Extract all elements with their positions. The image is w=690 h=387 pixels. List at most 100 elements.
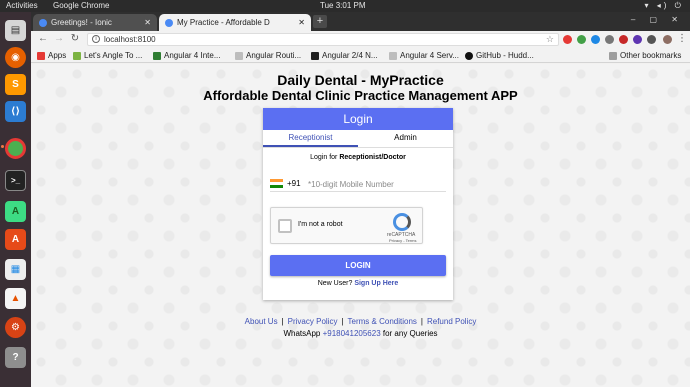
bookmark-item[interactable]: Angular Routi... — [235, 51, 301, 60]
sign-up-link[interactable]: Sign Up Here — [354, 280, 398, 287]
whatsapp-number-link[interactable]: +918041205623 — [323, 329, 381, 338]
india-flag-icon — [270, 179, 283, 188]
separator: | — [420, 317, 423, 326]
login-for-role: Receptionist/Doctor — [339, 154, 406, 161]
bookmark-label: Let's Angle To ... — [84, 51, 143, 60]
extension-icon[interactable] — [563, 35, 572, 44]
new-user-text: New User? Sign Up Here — [263, 280, 453, 287]
whatsapp-prefix: WhatsApp — [283, 329, 323, 338]
profile-avatar-icon[interactable] — [663, 35, 672, 44]
extension-icon[interactable] — [619, 35, 628, 44]
bookmark-item[interactable]: Angular 4 Serv... — [389, 51, 459, 60]
extension-icon[interactable] — [605, 35, 614, 44]
bookmark-label: Angular Routi... — [246, 51, 302, 60]
recaptcha-checkbox[interactable] — [278, 219, 292, 233]
window-controls[interactable]: – ▢ ✕ — [631, 15, 684, 24]
bookmark-item[interactable]: GitHub - Hudd... — [465, 51, 534, 60]
browser-toolbar: ← → ↻ i localhost:8100 ☆ ⋮ — [31, 31, 690, 48]
bookmark-label: Angular 4 Inte... — [164, 51, 221, 60]
page-subtitle: Affordable Dental Clinic Practice Manage… — [203, 88, 518, 103]
tab-strip: Greetings! - Ionic ✕ My Practice - Affor… — [31, 12, 690, 31]
bookmark-item[interactable]: Let's Angle To ... — [73, 51, 142, 60]
phone-field: +91 — [270, 175, 446, 192]
tab-title: My Practice - Affordable D — [177, 18, 270, 27]
tab-receptionist[interactable]: Receptionist — [263, 130, 358, 147]
refund-policy-link[interactable]: Refund Policy — [427, 317, 476, 326]
reload-icon[interactable]: ↻ — [69, 33, 81, 45]
activities-button[interactable]: Activities — [6, 1, 38, 10]
bookmark-item[interactable]: Angular 4 Inte... — [153, 51, 220, 60]
login-card-header: Login — [263, 108, 453, 130]
new-user-prefix: New User? — [317, 280, 355, 287]
vlc-icon[interactable]: ▲ — [5, 288, 26, 309]
extension-icon[interactable] — [647, 35, 656, 44]
bookmark-item[interactable]: Angular 2/4 N... — [311, 51, 378, 60]
sublime-text-icon[interactable]: S — [5, 74, 26, 95]
ubuntu-one-icon[interactable]: ? — [5, 347, 26, 368]
terms-conditions-link[interactable]: Terms & Conditions — [348, 317, 417, 326]
menu-kebab-icon[interactable]: ⋮ — [676, 33, 688, 45]
firefox-icon[interactable]: ◉ — [5, 47, 26, 68]
terminal-icon[interactable]: >_ — [5, 170, 26, 191]
page-icon — [235, 51, 243, 60]
files-icon[interactable]: ▤ — [5, 20, 26, 41]
recaptcha-terms[interactable]: Privacy - Terms — [389, 238, 416, 243]
vscode-icon[interactable]: ⟨⟩ — [5, 101, 26, 122]
app-menu[interactable]: Google Chrome — [53, 1, 109, 10]
active-indicator — [1, 145, 4, 148]
separator: | — [341, 317, 344, 326]
bookmark-label: Other bookmarks — [620, 51, 682, 60]
whatsapp-suffix: for any Queries — [380, 329, 438, 338]
back-arrow-icon[interactable]: ← — [37, 33, 49, 45]
recaptcha-label: I'm not a robot — [298, 221, 343, 228]
bookmark-label: Angular 2/4 N... — [322, 51, 378, 60]
separator: | — [281, 317, 284, 326]
bookmark-star-icon[interactable]: ☆ — [546, 34, 554, 45]
mobile-number-input[interactable] — [308, 178, 438, 190]
extension-icon[interactable] — [633, 35, 642, 44]
chrome-icon[interactable] — [5, 138, 26, 159]
page-content: Daily Dental - MyPractice Affordable Den… — [31, 64, 690, 387]
close-icon[interactable]: ✕ — [144, 18, 151, 27]
about-us-link[interactable]: About Us — [245, 317, 278, 326]
tab-greetings[interactable]: Greetings! - Ionic ✕ — [33, 14, 157, 31]
country-code[interactable]: +91 — [287, 179, 301, 188]
login-for-prefix: Login for — [310, 154, 340, 161]
bookmark-label: Apps — [48, 51, 67, 60]
page-icon — [153, 51, 161, 60]
bookmark-label: GitHub - Hudd... — [476, 51, 534, 60]
tab-my-practice[interactable]: My Practice - Affordable D ✕ — [159, 14, 311, 31]
bookmark-apps[interactable]: Apps — [37, 51, 66, 60]
clock[interactable]: Tue 3:01 PM — [320, 1, 366, 10]
address-bar[interactable]: i localhost:8100 ☆ — [87, 33, 559, 46]
address-text: localhost:8100 — [104, 35, 156, 44]
page-title: Daily Dental - MyPractice — [277, 72, 444, 88]
login-for-text: Login for Receptionist/Doctor — [263, 154, 453, 161]
software-center-icon[interactable]: A — [5, 229, 26, 250]
extension-icon[interactable] — [577, 35, 586, 44]
page-icon — [73, 51, 81, 60]
new-tab-button[interactable]: + — [313, 15, 327, 28]
close-icon[interactable]: ✕ — [298, 18, 305, 27]
system-top-bar: Activities Google Chrome Tue 3:01 PM ▾ ◂… — [0, 0, 690, 12]
footer-links: About Us | Privacy Policy | Terms & Conditio… — [31, 317, 690, 326]
recaptcha-logo-icon — [393, 213, 411, 231]
tab-admin[interactable]: Admin — [358, 130, 453, 147]
login-button[interactable]: LOGIN — [270, 255, 446, 276]
folder-icon — [609, 51, 617, 60]
dock: ▤ ◉ S ⟨⟩ >_ A A ▦ ▲ ⚙ ? — [0, 12, 31, 387]
document-viewer-icon[interactable]: ▦ — [5, 259, 26, 280]
android-studio-icon[interactable]: A — [5, 201, 26, 222]
settings-icon[interactable]: ⚙ — [5, 317, 26, 338]
privacy-policy-link[interactable]: Privacy Policy — [288, 317, 338, 326]
forward-arrow-icon[interactable]: → — [53, 33, 65, 45]
bookmarks-bar: Apps Let's Angle To ... Angular 4 Inte..… — [31, 48, 690, 63]
other-bookmarks[interactable]: Other bookmarks — [609, 51, 681, 60]
info-icon[interactable]: i — [92, 35, 100, 43]
bookmark-label: Angular 4 Serv... — [400, 51, 459, 60]
extension-icon[interactable] — [591, 35, 600, 44]
page-icon — [311, 51, 319, 60]
system-tray-icon[interactable]: ▾ ◂) ⏻ — [645, 1, 684, 11]
github-icon — [465, 51, 473, 60]
ionic-favicon-icon — [39, 18, 47, 27]
